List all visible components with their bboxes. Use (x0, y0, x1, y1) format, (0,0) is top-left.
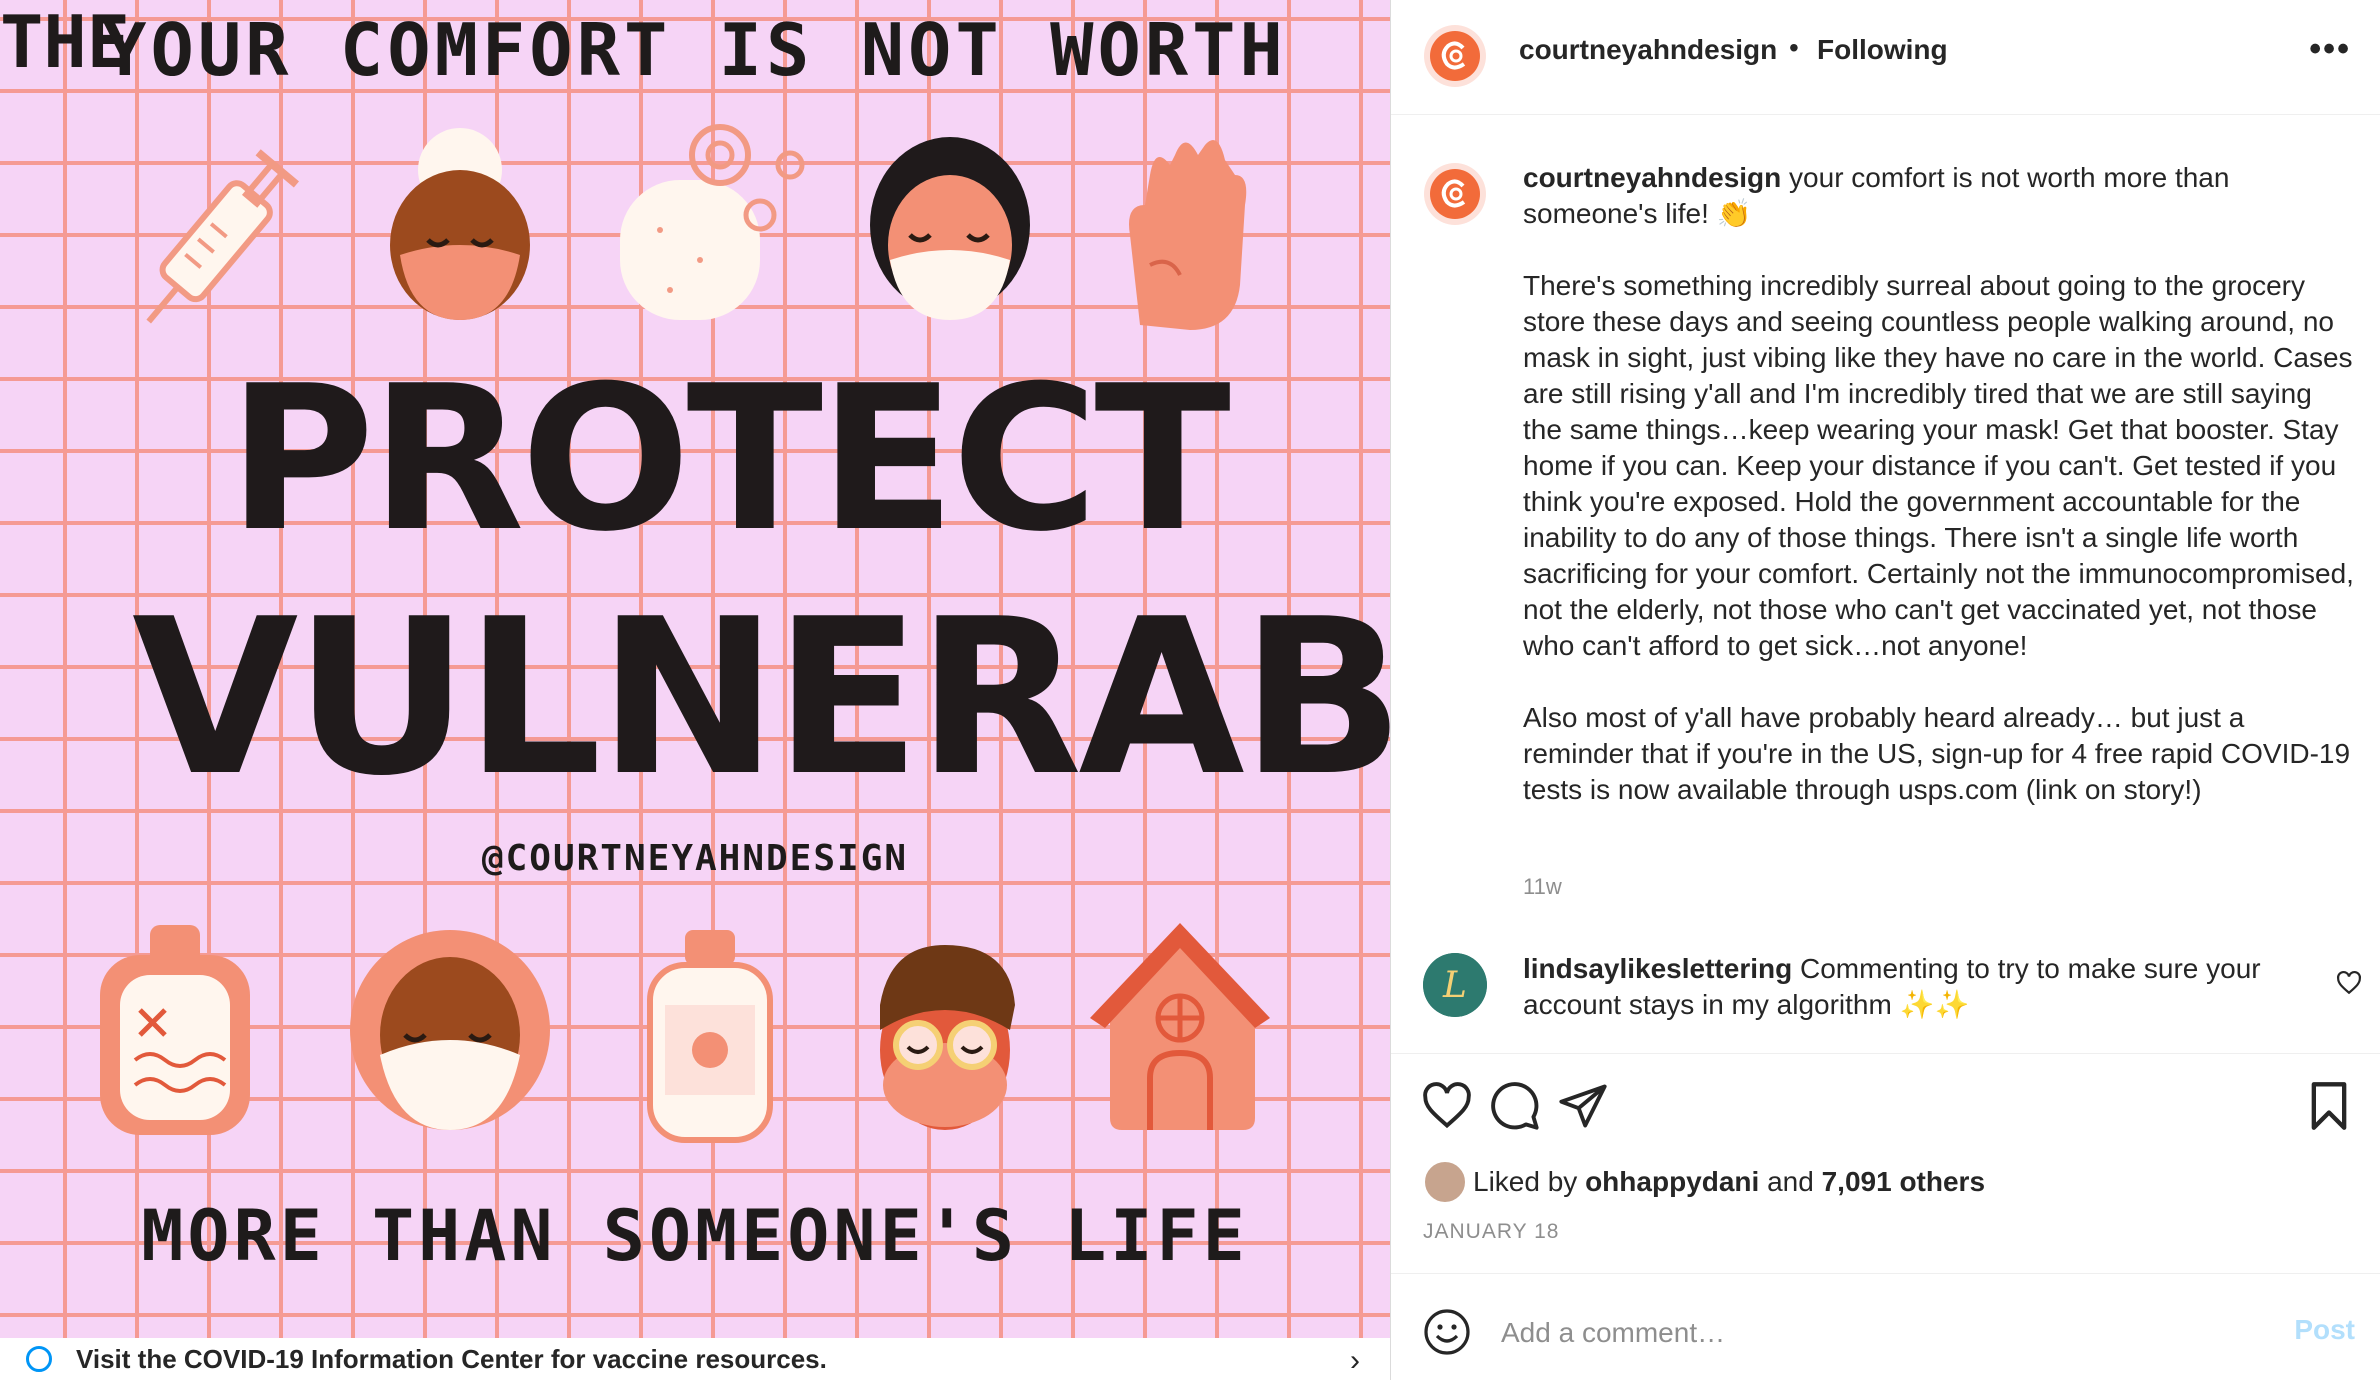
more-options-icon[interactable]: ••• (2309, 30, 2351, 69)
likes-prefix: Liked by (1473, 1166, 1578, 1197)
actions-divider (1391, 1053, 2380, 1054)
covid-info-banner[interactable]: Visit the COVID-19 Information Center fo… (0, 1338, 1390, 1380)
covid-info-text: Visit the COVID-19 Information Center fo… (76, 1343, 827, 1374)
image-handle-text: @COURTNEYAHNDESIGN (481, 838, 909, 879)
caption-username[interactable]: courtneyahndesign (1523, 162, 1781, 193)
comment-composer: Post (1391, 1273, 2380, 1381)
syringe-icon (146, 149, 300, 324)
comment-bubble-icon[interactable] (1489, 1080, 1541, 1132)
post-header: courtneyahndesign • Following ••• (1391, 0, 2380, 115)
post-button[interactable]: Post (2294, 1314, 2355, 1346)
likes-summary[interactable]: Liked by ohhappydani and 7,091 others (1423, 1160, 1985, 1204)
post-date[interactable]: JANUARY 18 (1423, 1220, 1559, 1244)
likes-joiner: and (1767, 1166, 1814, 1197)
masked-woman-icon (350, 930, 550, 1130)
comment-username[interactable]: lindsaylikeslettering (1523, 953, 1792, 984)
caption-author-avatar[interactable] (1423, 162, 1487, 226)
liker-username[interactable]: ohhappydani (1585, 1166, 1759, 1198)
masked-face-icon (870, 137, 1030, 320)
following-button[interactable]: Following (1817, 34, 1948, 66)
comment-like-heart-icon[interactable] (2336, 970, 2362, 996)
author-username[interactable]: courtneyahndesign (1519, 34, 1777, 66)
author-avatar[interactable] (1423, 24, 1487, 88)
image-bottom-text: MORE THAN SOMEONE'S LIFE (141, 1195, 1249, 1277)
like-heart-icon[interactable] (1421, 1080, 1473, 1132)
nurse-face-icon (390, 128, 530, 320)
man-with-glasses-icon (880, 945, 1015, 1130)
comment: lindsaylikeslettering Commenting to try … (1523, 951, 2313, 1023)
liker-avatar (1423, 1160, 1467, 1204)
save-bookmark-icon[interactable] (2303, 1080, 2355, 1132)
sanitizer-bottle-icon (647, 930, 773, 1143)
header-separator: • (1789, 32, 1799, 63)
headline-protect: PROTECT (228, 343, 1231, 576)
chevron-right-icon: › (1350, 1344, 1360, 1377)
emoji-icon[interactable] (1423, 1308, 1471, 1356)
likes-others[interactable]: 7,091 others (1822, 1166, 1985, 1198)
share-paper-plane-icon[interactable] (1557, 1080, 1609, 1132)
headline-vulnerable: VULNERABLE (132, 572, 1390, 823)
commenter-avatar[interactable]: L (1423, 953, 1487, 1017)
comment-input[interactable] (1499, 1302, 2203, 1364)
medicine-bottle-icon (100, 925, 250, 1135)
caption-paragraph: Also most of y'all have probably heard a… (1523, 702, 2351, 805)
info-icon (26, 1346, 52, 1372)
glove-icon (1129, 140, 1247, 330)
caption-timestamp[interactable]: 11w (1523, 874, 1562, 900)
caption-paragraph: There's something incredibly surreal abo… (1523, 270, 2354, 661)
post-caption: courtneyahndesign your comfort is not wo… (1523, 160, 2357, 844)
image-top-text: YOUR COMFORT IS NOT WORTH (103, 8, 1287, 92)
post-side-panel: courtneyahndesign • Following ••• courtn… (1390, 0, 2380, 1380)
house-icon (1090, 923, 1270, 1130)
soap-icon (620, 124, 805, 320)
svg-text:L: L (1442, 965, 1467, 1006)
post-image[interactable]: YOUR COMFORT IS NOT WORTH PROTECT THE VU… (0, 0, 1390, 1380)
